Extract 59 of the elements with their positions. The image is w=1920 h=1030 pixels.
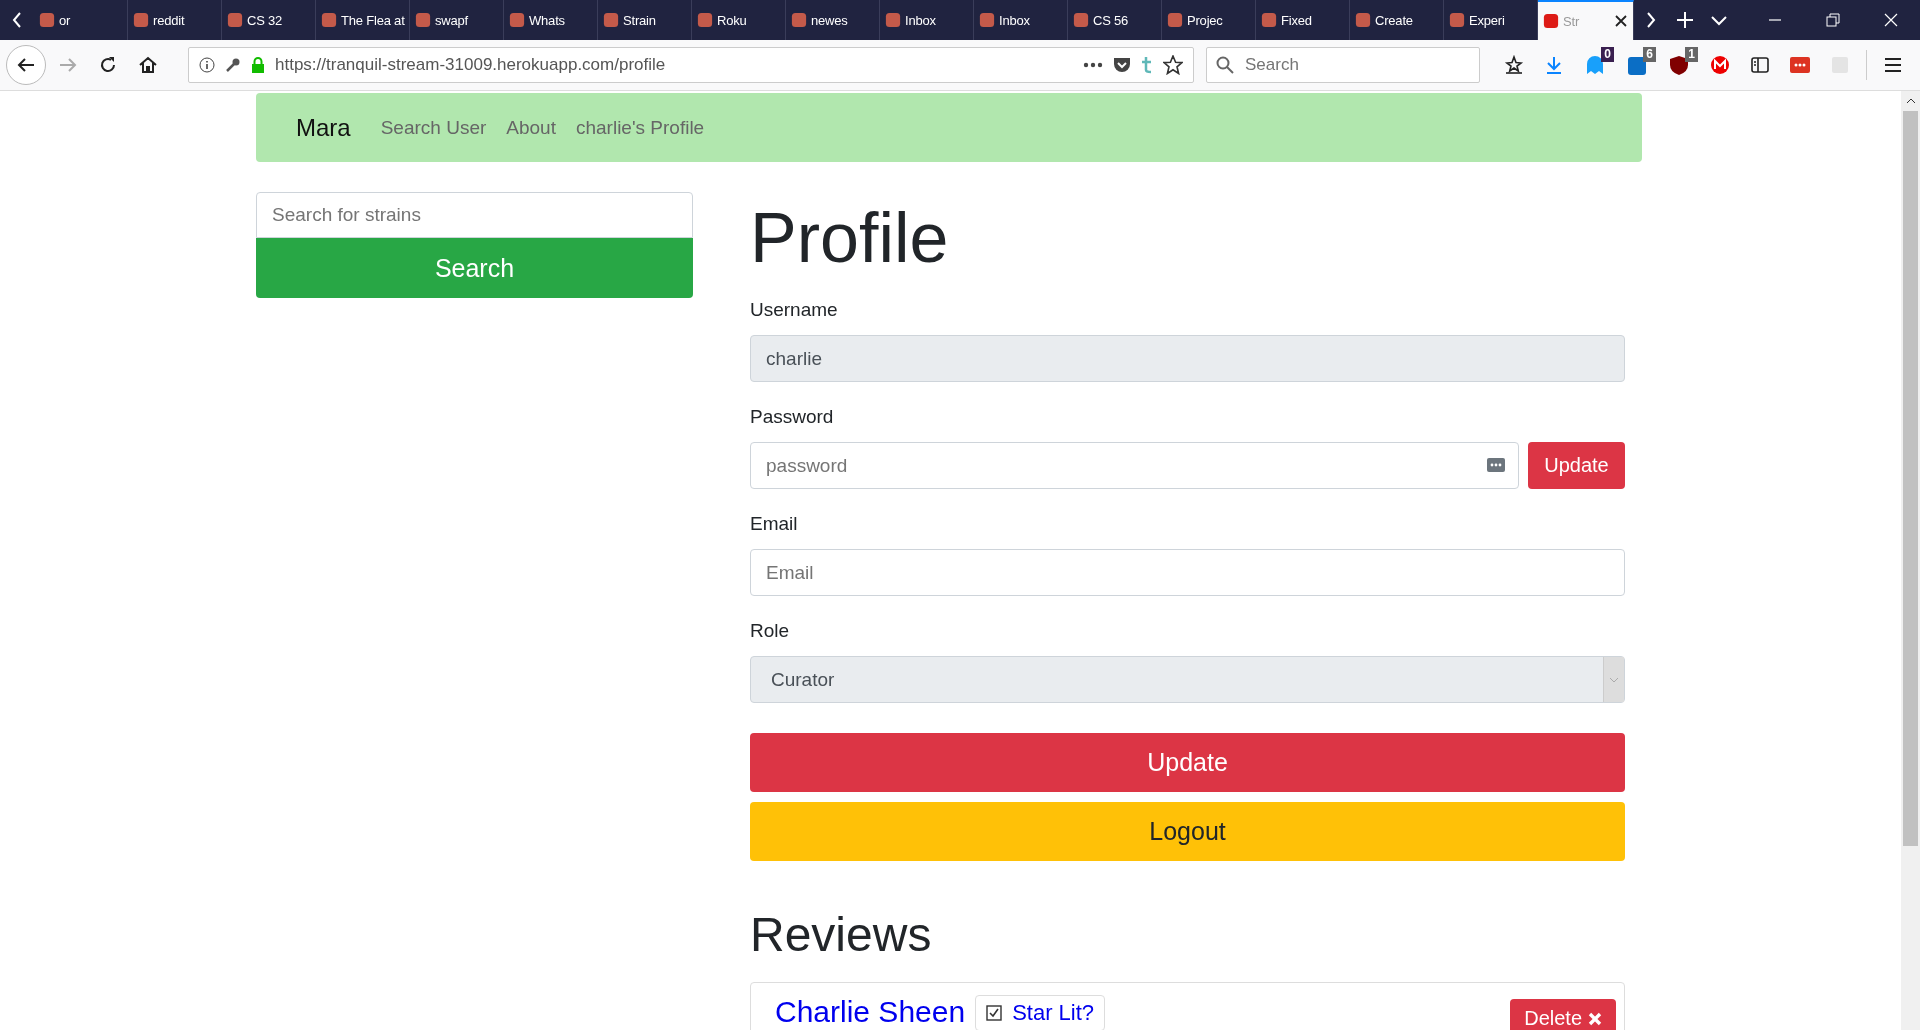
browser-search-field[interactable]: Search: [1206, 47, 1480, 83]
back-icon[interactable]: [6, 45, 46, 85]
password-field[interactable]: password: [750, 442, 1519, 489]
site-icon: [133, 12, 149, 28]
more-icon[interactable]: [1083, 62, 1103, 68]
site-icon: [415, 12, 431, 28]
site-icon: [1261, 12, 1277, 28]
logout-button[interactable]: Logout: [750, 802, 1625, 861]
address-bar[interactable]: https://tranquil-stream-31009.herokuapp.com/profile: [188, 47, 1194, 83]
site-icon: [979, 12, 995, 28]
cross-icon: [1588, 1011, 1602, 1026]
update-password-button[interactable]: Update: [1528, 442, 1625, 489]
strain-link[interactable]: Charlie Sheen: [775, 995, 966, 1029]
brand-link[interactable]: Mara: [296, 113, 351, 142]
nav-link[interactable]: charlie's Profile: [575, 116, 705, 139]
site-icon: [791, 12, 807, 28]
lock-icon: [251, 57, 265, 73]
pocket-icon[interactable]: [1113, 56, 1131, 74]
checkbox[interactable]: [986, 1005, 1003, 1021]
scroll-up-icon[interactable]: [1905, 97, 1916, 105]
site-icon: [509, 12, 525, 28]
field-label: Role: [750, 620, 790, 642]
delete-button[interactable]: Delete: [1510, 999, 1616, 1030]
ghost-extension-icon[interactable]: [1584, 54, 1606, 76]
shield-extension-icon[interactable]: [1668, 54, 1690, 76]
field-label: Password: [750, 406, 834, 428]
close-tab-icon[interactable]: [1614, 14, 1628, 28]
section-heading: Reviews: [750, 907, 933, 962]
strain-search-field[interactable]: Search for strains: [256, 192, 693, 238]
field-label: Email: [750, 513, 798, 535]
url-text: https://tranquil-stream-31009.herokuapp.com/profile: [275, 55, 666, 75]
text-field[interactable]: Email: [750, 549, 1625, 596]
site-icon: [227, 12, 243, 28]
scrollbar[interactable]: [1901, 91, 1920, 1030]
site-icon: [1449, 12, 1465, 28]
site-icon: [697, 12, 713, 28]
field-label: Username: [750, 299, 838, 321]
notification-badge: 1: [1685, 47, 1698, 62]
site-icon: [1355, 12, 1371, 28]
site-icon: [1073, 12, 1089, 28]
nav-link[interactable]: Search User: [380, 116, 487, 139]
notification-badge: 0: [1601, 47, 1614, 62]
star-lit-toggle[interactable]: Star Lit?: [975, 995, 1106, 1030]
info-icon[interactable]: [199, 57, 215, 73]
search-icon: [1216, 56, 1234, 74]
star-icon[interactable]: [1163, 55, 1183, 75]
site-icon: [1167, 12, 1183, 28]
site-icon: [39, 12, 55, 28]
site-icon: [1543, 13, 1559, 29]
update-button[interactable]: Update: [750, 733, 1625, 792]
page-title: Profile: [750, 200, 950, 277]
key-icon: [225, 57, 241, 73]
site-icon: [885, 12, 901, 28]
password-manager-icon[interactable]: [1487, 458, 1505, 472]
site-icon: [603, 12, 619, 28]
notification-badge: 6: [1643, 47, 1656, 62]
scrollbar-thumb[interactable]: [1903, 111, 1918, 846]
site-icon: [321, 12, 337, 28]
nav-link[interactable]: About: [506, 116, 556, 139]
